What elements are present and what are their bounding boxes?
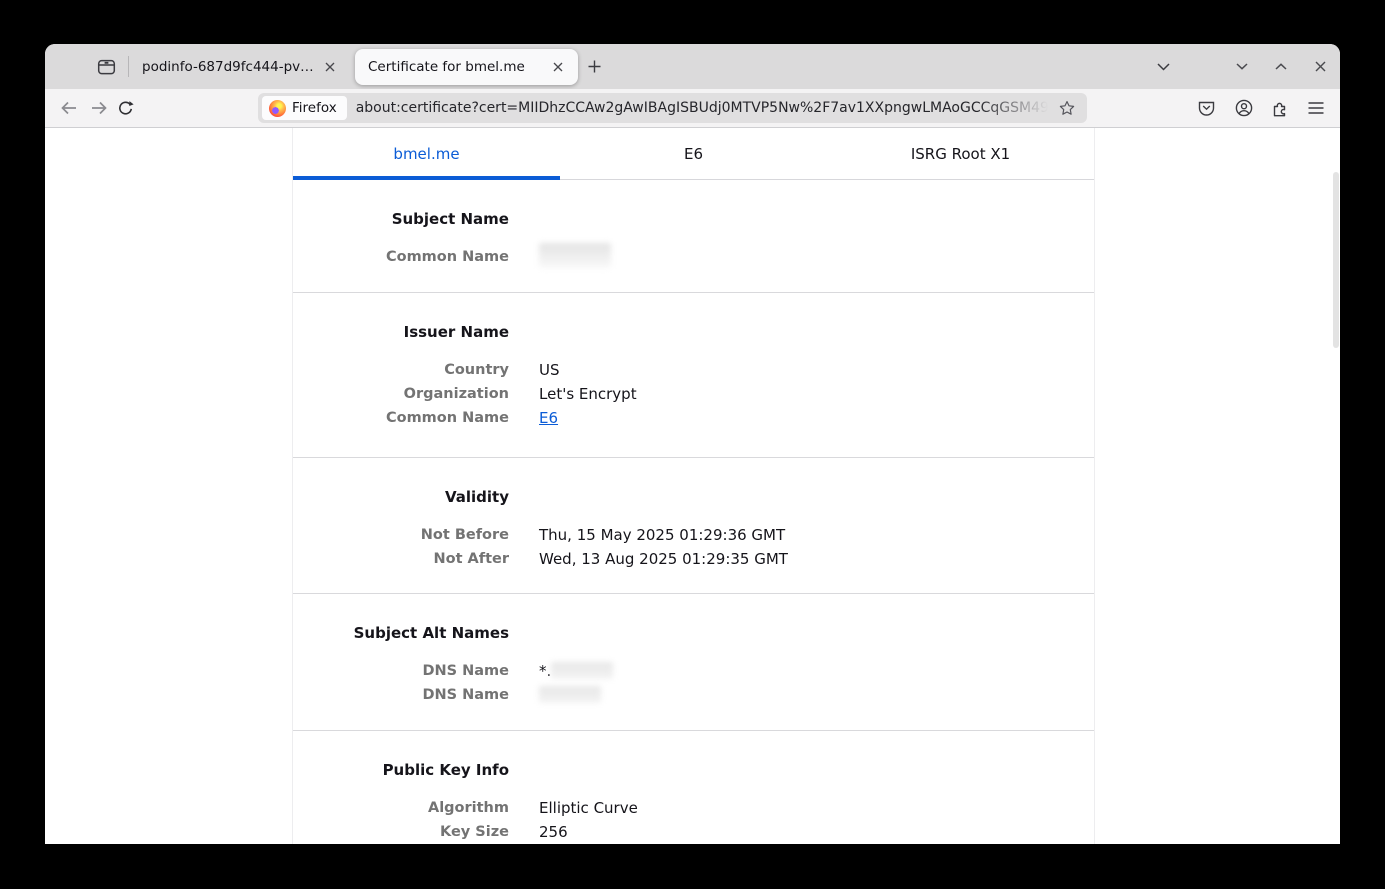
field-value [539, 683, 1094, 707]
account-button[interactable] [1229, 93, 1259, 123]
tab-title: Certificate for bmel.me [368, 59, 546, 75]
reload-icon [117, 100, 134, 117]
cert-tab-isrg-root-x1[interactable]: ISRG Root X1 [827, 128, 1094, 179]
cert-tab-bmel-me[interactable]: bmel.me [293, 128, 560, 179]
list-all-tabs-button[interactable] [1147, 51, 1179, 82]
field-label: Common Name [293, 245, 509, 269]
certificate-chain-tabs: bmel.me E6 ISRG Root X1 [293, 128, 1094, 180]
section-issuer-name: Issuer Name Country US Organization Let'… [293, 293, 1094, 458]
cert-field-row: Algorithm Elliptic Curve [293, 796, 1094, 820]
section-public-key-info: Public Key Info Algorithm Elliptic Curve… [293, 731, 1094, 844]
field-value: Wed, 13 Aug 2025 01:29:35 GMT [539, 547, 1094, 571]
field-label: Organization [293, 382, 509, 406]
window-close-button[interactable] [1305, 51, 1335, 82]
cert-field-row: Not After Wed, 13 Aug 2025 01:29:35 GMT [293, 547, 1094, 571]
redacted-value [539, 243, 611, 268]
cert-field-row: Key Size 256 [293, 820, 1094, 844]
page-content: bmel.me E6 ISRG Root X1 Subject Name Com… [45, 128, 1340, 844]
field-value: 256 [539, 820, 1094, 844]
redacted-value [551, 662, 613, 679]
window-minimize-button[interactable] [1227, 51, 1257, 82]
chevron-down-icon [1157, 63, 1170, 71]
tab-title: podinfo-687d9fc444-pvnjx [142, 59, 318, 75]
back-button[interactable] [54, 93, 84, 123]
navigation-toolbar: Firefox about:certificate?cert=MIIDhzCCA… [45, 89, 1340, 128]
firefox-logo-icon [269, 100, 286, 117]
arrow-right-icon [90, 101, 108, 115]
field-label: Country [293, 358, 509, 382]
field-value: *. [539, 659, 1094, 683]
window-maximize-button[interactable] [1266, 51, 1296, 82]
close-icon[interactable] [546, 55, 570, 79]
section-subject-alt-names: Subject Alt Names DNS Name *. DNS Name [293, 594, 1094, 731]
dns-wildcard-prefix: *. [539, 662, 551, 680]
redacted-value [539, 686, 601, 703]
tab-bar: podinfo-687d9fc444-pvnjx Certificate for… [45, 44, 1340, 89]
chevron-down-icon [1236, 63, 1248, 70]
puzzle-piece-icon [1272, 100, 1289, 117]
field-value: Let's Encrypt [539, 382, 1094, 406]
field-value: Elliptic Curve [539, 796, 1094, 820]
account-icon [1235, 99, 1253, 117]
cert-field-row: Common Name [293, 245, 1094, 269]
url-bar[interactable]: Firefox about:certificate?cert=MIIDhzCCA… [258, 93, 1087, 123]
close-icon[interactable] [318, 55, 342, 79]
section-heading: Issuer Name [293, 321, 509, 343]
arrow-left-icon [60, 101, 78, 115]
star-icon [1059, 100, 1075, 116]
firefox-view-icon [97, 58, 116, 76]
firefox-view-button[interactable] [89, 50, 123, 83]
field-label: Key Size [293, 820, 509, 844]
section-heading: Validity [293, 486, 509, 508]
field-label: Algorithm [293, 796, 509, 820]
cert-tab-e6[interactable]: E6 [560, 128, 827, 179]
issuer-link[interactable]: E6 [539, 409, 558, 427]
cert-field-row: DNS Name *. [293, 659, 1094, 683]
close-icon [1315, 61, 1326, 72]
pocket-button[interactable] [1191, 93, 1221, 123]
section-heading: Public Key Info [293, 759, 509, 781]
field-label: DNS Name [293, 683, 509, 707]
cert-field-row: Organization Let's Encrypt [293, 382, 1094, 406]
field-value [539, 245, 1094, 269]
tab-podinfo[interactable]: podinfo-687d9fc444-pvnjx [132, 49, 350, 85]
section-subject-name: Subject Name Common Name [293, 180, 1094, 293]
cert-field-row: Country US [293, 358, 1094, 382]
plus-icon [588, 60, 601, 73]
site-chip-label: Firefox [292, 100, 337, 116]
firefox-window: podinfo-687d9fc444-pvnjx Certificate for… [45, 44, 1340, 844]
extensions-button[interactable] [1265, 93, 1295, 123]
field-label: Not Before [293, 523, 509, 547]
reload-button[interactable] [110, 93, 140, 123]
cert-field-row: DNS Name [293, 683, 1094, 707]
hamburger-icon [1308, 102, 1324, 114]
chevron-up-icon [1275, 63, 1287, 70]
field-label: Not After [293, 547, 509, 571]
certificate-viewer: bmel.me E6 ISRG Root X1 Subject Name Com… [292, 128, 1095, 844]
cert-field-row: Not Before Thu, 15 May 2025 01:29:36 GMT [293, 523, 1094, 547]
field-value: E6 [539, 406, 1094, 430]
field-label: Common Name [293, 406, 509, 430]
section-heading: Subject Alt Names [293, 622, 509, 644]
field-value: Thu, 15 May 2025 01:29:36 GMT [539, 523, 1094, 547]
tabbar-separator [128, 56, 129, 77]
new-tab-button[interactable] [577, 50, 611, 83]
field-value: US [539, 358, 1094, 382]
cert-field-row: Common Name E6 [293, 406, 1094, 430]
section-heading: Subject Name [293, 208, 509, 230]
field-label: DNS Name [293, 659, 509, 683]
url-input[interactable]: about:certificate?cert=MIIDhzCCAw2gAwIBA… [356, 100, 1055, 116]
pocket-icon [1198, 100, 1215, 116]
scrollbar[interactable] [1333, 172, 1339, 348]
bookmark-star-button[interactable] [1055, 96, 1079, 120]
menu-button[interactable] [1301, 93, 1331, 123]
tab-certificate[interactable]: Certificate for bmel.me [355, 49, 578, 85]
site-identity-chip[interactable]: Firefox [262, 96, 347, 120]
section-validity: Validity Not Before Thu, 15 May 2025 01:… [293, 458, 1094, 594]
